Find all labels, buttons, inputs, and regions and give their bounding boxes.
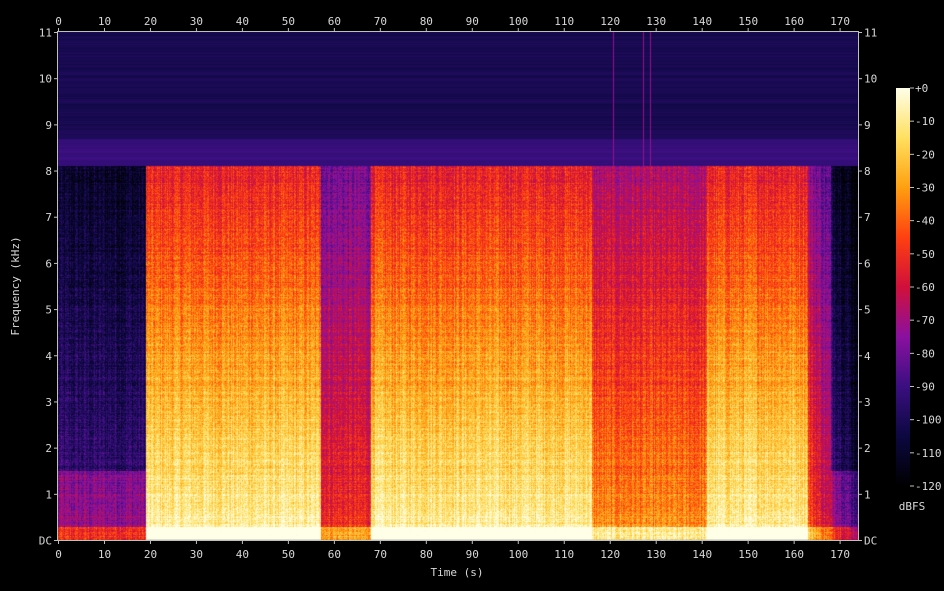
y-axis-label: Frequency (kHz) [9,236,22,335]
x-tick-label-top: 60 [328,15,341,28]
x-tick-label-top: 140 [692,15,712,28]
x-tick-label-top: 30 [190,15,203,28]
x-tick-label: 0 [55,548,62,561]
x-tick-label-top: 40 [236,15,249,28]
colorbar-ticks: +0 -10 -20 -30 -40 -50 -60 -70 -80 -90 -100 -110 -12… [910,82,942,493]
y-tick-label-right: 4 [864,350,871,363]
x-axis-label: Time (s) [431,566,484,579]
x-tick-label: 130 [646,548,666,561]
y-tick-label-right: 6 [864,257,871,270]
plot-frame [57,31,859,541]
x-tick-label: 120 [600,548,620,561]
colorbar-tick-label: -100 [915,414,942,427]
x-tick-label: 160 [784,548,804,561]
x-tick-label-top: 90 [466,15,479,28]
x-tick-label-top: 130 [646,15,666,28]
colorbar [896,88,910,486]
colorbar-tick-label: -10 [915,115,935,128]
x-tick-label-top: 170 [830,15,850,28]
x-tick-label-top: 160 [784,15,804,28]
y-tick-label-right: 10 [864,73,877,86]
x-tick-label: 50 [282,548,295,561]
y-tick-label: 6 [45,257,52,270]
x-tick-label: 10 [98,548,111,561]
x-tick-label-top: 150 [738,15,758,28]
x-tick-label: 150 [738,548,758,561]
colorbar-tick-label: +0 [915,82,928,95]
y-tick-label: 9 [45,119,52,132]
y-tick-label: 1 [45,488,52,501]
y-tick-label: 8 [45,165,52,178]
y-tick-label: DC [39,535,52,548]
x-tick-label: 80 [420,548,433,561]
y-tick-label-right: DC [864,535,877,548]
colorbar-tick-label: -90 [915,381,935,394]
x-tick-label-top: 0 [55,15,62,28]
x-tick-label-top: 10 [98,15,111,28]
y-tick-label-right: 11 [864,27,877,40]
x-tick-label: 140 [692,548,712,561]
colorbar-tick-label: -80 [915,347,935,360]
y-tick-label: 2 [45,442,52,455]
y-tick-label: 5 [45,304,52,317]
x-ticks-top: 0 10 20 30 40 50 60 70 80 90 100 110 120 130 140 150 160… [55,15,850,32]
x-tick-label: 70 [374,548,387,561]
colorbar-tick-label: -20 [915,148,935,161]
colorbar-tick-label: -40 [915,215,935,228]
colorbar-tick-label: -30 [915,182,935,195]
x-tick-label-top: 120 [600,15,620,28]
x-tick-label: 40 [236,548,249,561]
y-tick-label-right: 7 [864,211,871,224]
colorbar-label: dBFS [899,500,926,513]
y-tick-label: 7 [45,211,52,224]
x-tick-label-top: 70 [374,15,387,28]
x-tick-label: 170 [830,548,850,561]
y-tick-label: 4 [45,350,52,363]
x-tick-label-top: 110 [554,15,574,28]
spectrogram-chart: 0 10 20 30 40 50 60 70 80 90 100 110 120 130 140 150 160… [9,15,942,579]
x-tick-label: 20 [144,548,157,561]
y-tick-label-right: 5 [864,304,871,317]
y-ticks-left: DC 1 2 3 4 5 6 7 8 9 10 11 [39,27,58,548]
x-tick-label-top: 20 [144,15,157,28]
y-tick-label-right: 3 [864,396,871,409]
x-tick-label: 110 [554,548,574,561]
x-tick-label: 60 [328,548,341,561]
colorbar-tick-label: -60 [915,281,935,294]
y-tick-label-right: 9 [864,119,871,132]
colorbar-tick-label: -120 [915,480,942,493]
x-tick-label-top: 80 [420,15,433,28]
y-tick-label: 11 [39,27,52,40]
x-ticks-bottom: 0 10 20 30 40 50 60 70 80 90 100 110 120 130 140 150 160… [55,540,850,561]
y-tick-label-right: 2 [864,442,871,455]
x-tick-label: 30 [190,548,203,561]
x-tick-label-top: 100 [508,15,528,28]
y-ticks-right: DC 1 2 3 4 5 6 7 8 9 10 11 [858,27,877,548]
colorbar-tick-label: -50 [915,248,935,261]
y-tick-label-right: 1 [864,488,871,501]
y-tick-label: 3 [45,396,52,409]
y-tick-label-right: 8 [864,165,871,178]
x-tick-label-top: 50 [282,15,295,28]
y-tick-label: 10 [39,73,52,86]
x-tick-label: 100 [508,548,528,561]
colorbar-tick-label: -70 [915,314,935,327]
colorbar-tick-label: -110 [915,447,942,460]
x-tick-label: 90 [466,548,479,561]
